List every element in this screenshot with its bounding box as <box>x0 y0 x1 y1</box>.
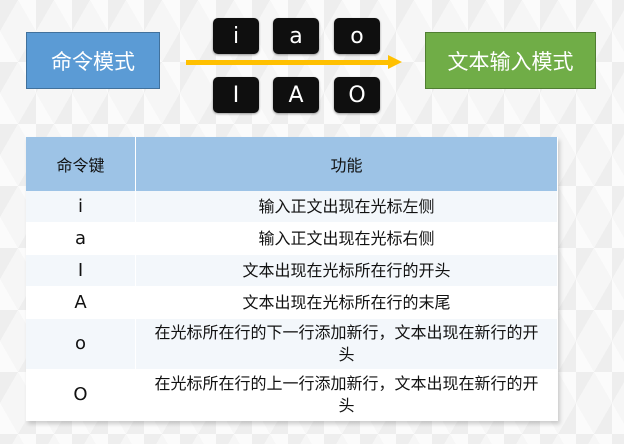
header-function: 功能 <box>135 137 558 191</box>
table-row: o 在光标所在行的下一行添加新行，文本出现在新行的开头 <box>26 318 558 370</box>
text-input-mode-box: 文本输入模式 <box>425 32 596 89</box>
command-function-table: 命令键 功能 i 输入正文出现在光标左侧 a 输入正文出现在光标右侧 I 文本出… <box>26 137 558 421</box>
key-upper-o: O <box>334 77 380 113</box>
key-i: i <box>213 18 259 54</box>
text-input-mode-label: 文本输入模式 <box>447 49 574 74</box>
key-a: a <box>273 18 319 54</box>
transition-arrow-head <box>388 55 402 69</box>
table-header-row: 命令键 功能 <box>26 137 558 191</box>
row-key: I <box>26 254 136 287</box>
key-upper-i: I <box>213 77 259 113</box>
header-command-key: 命令键 <box>26 137 136 191</box>
table-row: A 文本出现在光标所在行的末尾 <box>26 286 558 319</box>
row-key: A <box>26 286 136 319</box>
row-function: 在光标所在行的下一行添加新行，文本出现在新行的开头 <box>135 318 558 370</box>
row-key: O <box>26 369 136 421</box>
row-function: 文本出现在光标所在行的开头 <box>135 254 558 287</box>
row-key: a <box>26 222 136 255</box>
table-row: a 输入正文出现在光标右侧 <box>26 222 558 255</box>
transition-arrow-line <box>186 60 389 65</box>
row-function: 输入正文出现在光标左侧 <box>135 191 558 223</box>
table-row: i 输入正文出现在光标左侧 <box>26 191 558 223</box>
command-mode-box: 命令模式 <box>26 32 160 89</box>
table-row: I 文本出现在光标所在行的开头 <box>26 254 558 287</box>
row-function: 文本出现在光标所在行的末尾 <box>135 286 558 319</box>
row-key: i <box>26 191 136 223</box>
key-o: o <box>334 18 380 54</box>
row-function: 输入正文出现在光标右侧 <box>135 222 558 255</box>
row-key: o <box>26 318 136 370</box>
table-row: O 在光标所在行的上一行添加新行，文本出现在新行的开头 <box>26 369 558 421</box>
command-mode-label: 命令模式 <box>51 49 135 74</box>
key-upper-a: A <box>273 77 319 113</box>
row-function: 在光标所在行的上一行添加新行，文本出现在新行的开头 <box>135 369 558 421</box>
